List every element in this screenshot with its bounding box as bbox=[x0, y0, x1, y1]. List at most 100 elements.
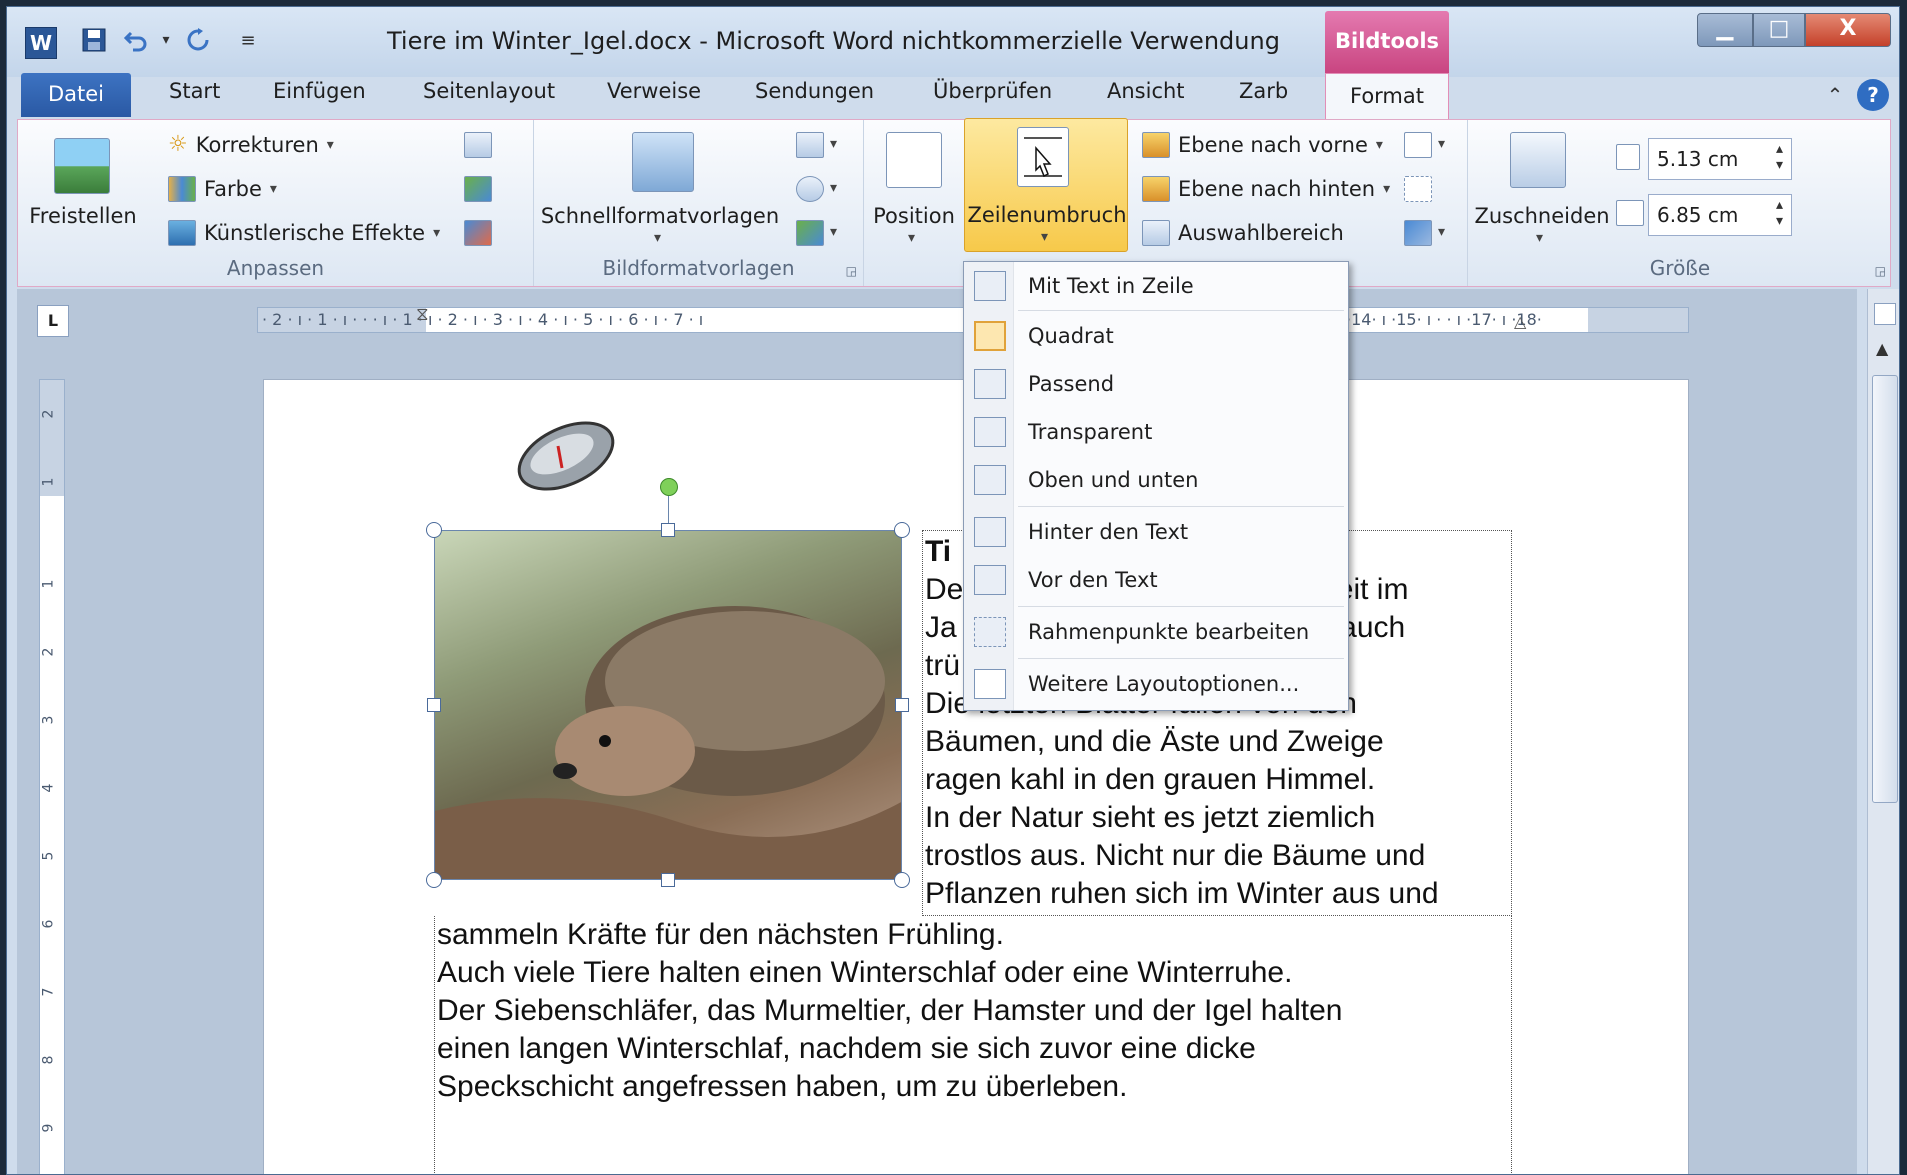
document-area[interactable]: L · 2 · ı · 1 · ı · · · ı · 1 · ı · 2 · … bbox=[17, 289, 1857, 1174]
minimize-button[interactable]: ▁ bbox=[1697, 13, 1753, 47]
zuschneiden-label: Zuschneiden bbox=[1474, 204, 1610, 228]
align-icon[interactable] bbox=[1404, 132, 1432, 158]
picture-effects-icon[interactable] bbox=[796, 176, 824, 202]
hedgehog-picture[interactable] bbox=[426, 478, 910, 888]
auswahlbereich-button[interactable]: Auswahlbereich bbox=[1142, 220, 1344, 246]
tab-zarb[interactable]: Zarb bbox=[1239, 79, 1288, 103]
tab-format[interactable]: Format bbox=[1325, 73, 1449, 121]
customize-qat-icon[interactable]: ≡ bbox=[237, 25, 259, 55]
maximize-button[interactable]: □ bbox=[1753, 13, 1805, 47]
tab-sendungen[interactable]: Sendungen bbox=[755, 79, 874, 103]
menu-item-hinter-den-text[interactable]: Hinter den Text bbox=[964, 510, 1348, 554]
spinner-arrows-icon[interactable]: ▴ ▾ bbox=[1776, 141, 1783, 173]
resize-handle-nw[interactable] bbox=[426, 522, 442, 538]
rotate-icon[interactable] bbox=[1404, 220, 1432, 246]
picture-layout-icon[interactable] bbox=[796, 220, 824, 246]
change-picture-icon[interactable] bbox=[464, 176, 492, 202]
korrekturen-button[interactable]: ☼ Korrekturen ▾ bbox=[168, 132, 334, 157]
height-icon bbox=[1616, 144, 1640, 170]
through-wrap-icon bbox=[974, 417, 1006, 447]
spinner-arrows-icon[interactable]: ▴ ▾ bbox=[1776, 197, 1783, 229]
reset-picture-icon[interactable] bbox=[464, 220, 492, 246]
picture-border-icon[interactable] bbox=[796, 132, 824, 158]
ribbon-format: Freistellen ☼ Korrekturen ▾ Farbe ▾ Küns… bbox=[17, 118, 1892, 287]
auswahlbereich-label: Auswahlbereich bbox=[1178, 221, 1344, 245]
zeilenumbruch-button[interactable]: Zeilenumbruch ▾ bbox=[964, 118, 1128, 252]
group-groesse: Zuschneiden ▾ 5.13 cm ▴ ▾ 6.85 cm ▴ ▾ Größ… bbox=[1468, 120, 1892, 286]
ebene-nach-hinten-button[interactable]: Ebene nach hinten ▾ bbox=[1142, 176, 1390, 202]
width-spinner[interactable]: 6.85 cm ▴ ▾ bbox=[1648, 194, 1792, 236]
resize-handle-n[interactable] bbox=[661, 523, 675, 537]
tab-selector[interactable]: L bbox=[37, 305, 69, 337]
ruler-number: 8 bbox=[40, 1055, 57, 1065]
resize-handle-w[interactable] bbox=[427, 698, 441, 712]
text-line: ragen kahl in den grauen Himmel. bbox=[925, 763, 1376, 796]
tab-verweise[interactable]: Verweise bbox=[607, 79, 701, 103]
menu-item-quadrat[interactable]: Quadrat bbox=[964, 314, 1348, 358]
ruler-number: 1 bbox=[40, 477, 57, 487]
right-indent-marker-icon[interactable]: △ bbox=[1514, 312, 1526, 331]
menu-item-mit-text-in-zeile[interactable]: Mit Text in Zeile bbox=[964, 264, 1348, 308]
group-objects-icon[interactable] bbox=[1404, 176, 1432, 202]
dialog-launcher-icon[interactable]: ◲ bbox=[846, 264, 857, 278]
vertical-scrollbar[interactable]: ▲ bbox=[1867, 289, 1899, 1174]
menu-item-vor-den-text[interactable]: Vor den Text bbox=[964, 558, 1348, 602]
schnellformatvorlagen-label: Schnellformatvorlagen bbox=[540, 204, 780, 228]
scroll-up-icon[interactable]: ▲ bbox=[1876, 339, 1888, 358]
chevron-down-icon[interactable]: ▾ bbox=[830, 136, 837, 152]
word-app-icon[interactable]: W bbox=[25, 27, 57, 59]
indent-marker-icon[interactable]: ⧖ bbox=[416, 308, 429, 325]
kuenstlerische-effekte-button[interactable]: Künstlerische Effekte ▾ bbox=[168, 220, 440, 246]
freistellen-button[interactable]: Freistellen bbox=[24, 126, 142, 246]
tab-seitenlayout[interactable]: Seitenlayout bbox=[423, 79, 555, 103]
chevron-down-icon[interactable]: ▾ bbox=[830, 224, 837, 240]
text-line: einen langen Winterschlaf, nachdem sie s… bbox=[437, 1032, 1256, 1065]
scrollbar-thumb[interactable] bbox=[1872, 375, 1898, 803]
picture-frame bbox=[434, 530, 902, 880]
menu-item-weitere-layoutoptionen[interactable]: Weitere Layoutoptionen... bbox=[964, 662, 1348, 706]
farbe-label: Farbe bbox=[204, 177, 262, 201]
resize-handle-se[interactable] bbox=[894, 872, 910, 888]
chevron-down-icon: ▾ bbox=[269, 181, 277, 197]
close-button[interactable]: X bbox=[1805, 13, 1891, 47]
menu-item-passend[interactable]: Passend bbox=[964, 362, 1348, 406]
schnellformatvorlagen-button[interactable]: Schnellformatvorlagen ▾ bbox=[540, 126, 780, 246]
undo-dropdown-icon[interactable]: ▾ bbox=[157, 25, 175, 55]
tab-ueberpruefen[interactable]: Überprüfen bbox=[933, 79, 1052, 103]
text-area-bottom[interactable]: sammeln Kräfte für den nächsten Frühling… bbox=[434, 916, 1512, 1174]
tab-ansicht[interactable]: Ansicht bbox=[1107, 79, 1185, 103]
chevron-down-icon[interactable]: ▾ bbox=[830, 180, 837, 196]
tab-start[interactable]: Start bbox=[169, 79, 220, 103]
ruler-toggle-icon[interactable] bbox=[1874, 303, 1896, 325]
save-icon[interactable] bbox=[79, 25, 109, 55]
rotate-handle[interactable] bbox=[660, 478, 678, 496]
minimize-ribbon-icon[interactable]: ⌃ bbox=[1819, 79, 1851, 111]
zeilenumbruch-label: Zeilenumbruch bbox=[967, 203, 1127, 227]
resize-handle-sw[interactable] bbox=[426, 872, 442, 888]
resize-handle-s[interactable] bbox=[661, 873, 675, 887]
vertical-ruler[interactable]: 2 1 1 2 3 4 5 6 7 8 9 bbox=[39, 379, 65, 1174]
resize-handle-e[interactable] bbox=[895, 698, 909, 712]
mouse-clipart[interactable] bbox=[512, 418, 620, 494]
position-icon bbox=[886, 132, 942, 188]
layout-options-icon bbox=[974, 669, 1006, 699]
tab-einfuegen[interactable]: Einfügen bbox=[273, 79, 366, 103]
compress-pictures-icon[interactable] bbox=[464, 132, 492, 158]
dialog-launcher-icon[interactable]: ◲ bbox=[1875, 264, 1886, 278]
chevron-down-icon[interactable]: ▾ bbox=[1438, 136, 1445, 152]
redo-icon[interactable] bbox=[183, 25, 213, 55]
help-icon[interactable]: ? bbox=[1857, 79, 1889, 111]
tab-datei[interactable]: Datei bbox=[21, 73, 131, 117]
menu-item-transparent[interactable]: Transparent bbox=[964, 410, 1348, 454]
height-spinner[interactable]: 5.13 cm ▴ ▾ bbox=[1648, 138, 1792, 180]
position-button[interactable]: Position ▾ bbox=[868, 126, 960, 246]
farbe-button[interactable]: Farbe ▾ bbox=[168, 176, 277, 202]
menu-item-rahmenpunkte-bearbeiten[interactable]: Rahmenpunkte bearbeiten bbox=[964, 610, 1348, 654]
zuschneiden-button[interactable]: Zuschneiden ▾ bbox=[1474, 126, 1610, 246]
undo-icon[interactable] bbox=[121, 25, 151, 55]
menu-item-oben-und-unten[interactable]: Oben und unten bbox=[964, 458, 1348, 502]
chevron-down-icon[interactable]: ▾ bbox=[1438, 224, 1445, 240]
quick-styles-icon bbox=[632, 132, 694, 192]
resize-handle-ne[interactable] bbox=[894, 522, 910, 538]
ebene-nach-vorne-button[interactable]: Ebene nach vorne ▾ bbox=[1142, 132, 1383, 158]
